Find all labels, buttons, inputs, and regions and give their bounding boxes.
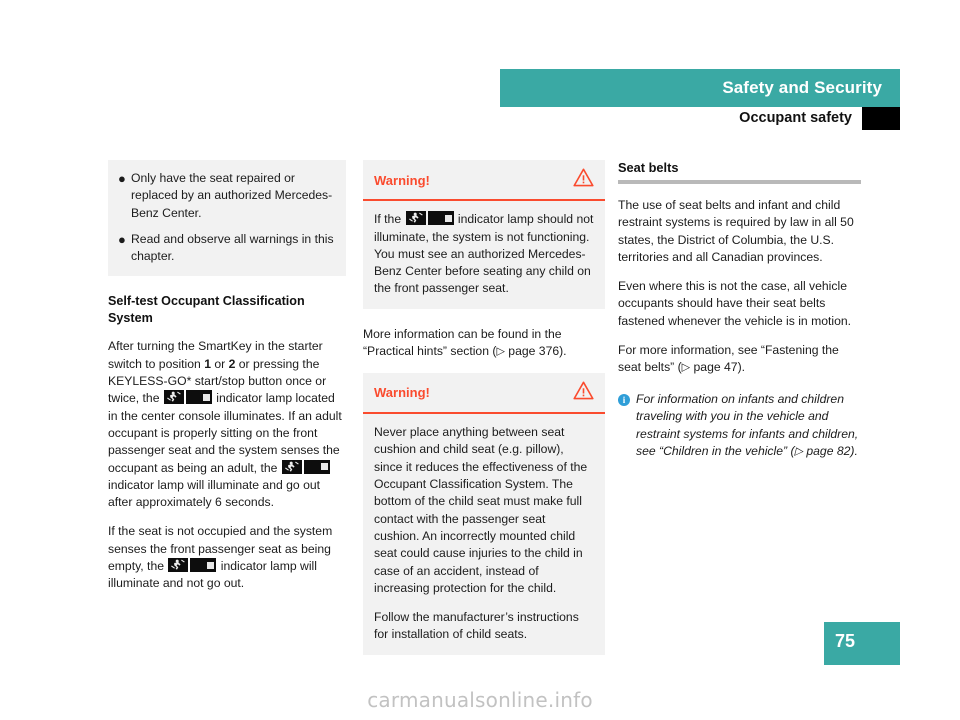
page-number: 75: [835, 631, 856, 651]
chapter-header-band: Safety and Security: [500, 69, 900, 107]
text-fragment: page 47).: [690, 360, 746, 375]
section-header-row: Occupant safety: [500, 107, 900, 131]
info-icon: i: [618, 394, 630, 407]
text-fragment: or: [210, 356, 229, 371]
pass-air-bag-off-icon: [185, 390, 212, 405]
bullet-dot-icon: ●: [118, 171, 126, 186]
warning-label: Warning!: [374, 385, 430, 401]
position-1-value: 1: [204, 356, 211, 371]
middle-column: Warning! If the indicator lamp should no…: [363, 160, 605, 672]
chapter-thumb-index-tab: [862, 107, 900, 130]
page-number-box: 75: [824, 622, 900, 665]
paragraph-seat-belt-law: The use of seat belts and infant and chi…: [618, 198, 854, 264]
warning-2-paragraph-1: Never place anything between seat cushio…: [374, 425, 588, 595]
text-fragment: indicator lamp will illuminate and go ou…: [108, 477, 321, 510]
section-heading-rule: [618, 180, 861, 184]
passenger-airbag-icon: [163, 390, 184, 405]
pass-air-bag-off-icon: [427, 211, 454, 226]
warning-triangle-icon: [573, 381, 594, 405]
text-fragment: If the: [374, 212, 405, 227]
left-column: ● Only have the seat repaired or replace…: [108, 160, 346, 593]
passenger-airbag-icon: [405, 211, 426, 226]
text-fragment: page 82).: [802, 444, 858, 459]
info-note-text: For information on infants and children …: [636, 391, 861, 461]
warning-2-paragraph-2: Follow the manufacturer’s instructions f…: [374, 610, 579, 642]
warning-box-1: Warning! If the indicator lamp should no…: [363, 160, 605, 309]
passenger-airbag-icon: [281, 459, 302, 474]
right-column: Seat belts The use of seat belts and inf…: [618, 160, 861, 461]
warning-label: Warning!: [374, 172, 430, 188]
paragraph-fastening-reference: For more information, see “Fastening the…: [618, 342, 861, 377]
subsection-heading: Self-test Occupant Classification System: [108, 294, 305, 325]
bullet-text: Read and observe all warnings in this ch…: [131, 231, 334, 264]
paragraph-more-information: More information can be found in the “Pr…: [363, 326, 605, 361]
warning-box-2-header: Warning!: [363, 373, 605, 415]
cross-reference-arrow-icon: ▷: [496, 345, 505, 358]
chapter-title: Safety and Security: [722, 78, 882, 97]
cross-reference-arrow-icon: ▷: [794, 445, 803, 458]
paragraph-empty-seat: If the seat is not occupied and the syst…: [108, 523, 346, 592]
info-note-block: i For information on infants and childre…: [618, 391, 861, 461]
warning-box-2: Warning! Never place anything between se…: [363, 372, 605, 655]
section-title: Occupant safety: [739, 110, 852, 126]
site-watermark: carmanualsonline.info: [367, 688, 593, 712]
pass-air-bag-off-icon: [190, 558, 217, 573]
warning-box-1-header: Warning!: [363, 160, 605, 202]
list-item: ● Read and observe all warnings in this …: [118, 231, 334, 266]
bullet-dot-icon: ●: [118, 231, 126, 247]
warning-triangle-icon: [573, 168, 594, 192]
warning-bullet-box: ● Only have the seat repaired or replace…: [108, 160, 346, 277]
text-fragment: page 376).: [504, 344, 567, 359]
paragraph-seat-belt-use: Even where this is not the case, all veh…: [618, 279, 852, 328]
bullet-text: Only have the seat repaired or replaced …: [131, 171, 333, 220]
warning-box-1-body: If the indicator lamp should not illumin…: [363, 201, 605, 308]
warning-1-text: If the indicator lamp should not illumin…: [374, 211, 594, 297]
section-heading-seat-belts: Seat belts: [618, 160, 679, 175]
pass-air-bag-off-icon: [303, 459, 330, 474]
list-item: ● Only have the seat repaired or replace…: [118, 170, 334, 222]
cross-reference-arrow-icon: ▷: [681, 361, 691, 374]
warning-box-2-body: Never place anything between seat cushio…: [363, 414, 605, 655]
paragraph-self-test: After turning the SmartKey in the starte…: [108, 338, 346, 511]
passenger-airbag-icon: [168, 558, 189, 573]
